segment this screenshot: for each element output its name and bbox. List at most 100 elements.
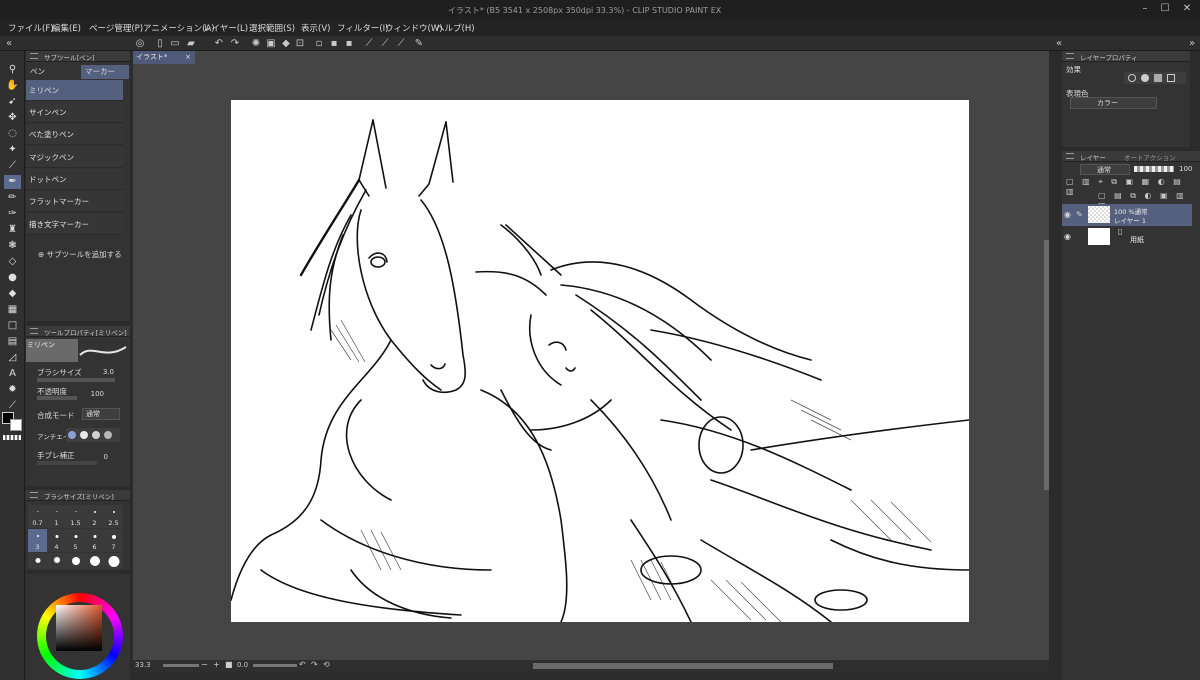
- brush-tool-icon[interactable]: ✑: [4, 207, 21, 221]
- brush-size-preset[interactable]: 5: [66, 529, 85, 552]
- effect-buttons[interactable]: [1124, 72, 1186, 84]
- balloon-icon[interactable]: ✹: [4, 383, 21, 397]
- undo-icon[interactable]: ↶: [212, 37, 226, 50]
- brush-size-preset[interactable]: 1.5: [66, 505, 85, 528]
- blend-icon[interactable]: ●: [4, 271, 21, 285]
- subtool-item[interactable]: べた塗りペン: [26, 124, 123, 145]
- close-icon[interactable]: ✕: [1180, 3, 1194, 15]
- close-tab-icon[interactable]: ×: [185, 51, 191, 64]
- subtool-item[interactable]: フラットマーカー: [26, 191, 123, 212]
- fit-screen-icon[interactable]: ■: [225, 660, 233, 669]
- invert-selection-icon[interactable]: ▪: [327, 37, 341, 50]
- menu-window[interactable]: ウィンドウ(W): [385, 22, 443, 34]
- layer-row[interactable]: ◉ ✎ 100 %通常 レイヤー 1: [1062, 204, 1192, 226]
- zoom-tool-icon[interactable]: ⚲: [4, 63, 21, 77]
- subtool-item[interactable]: サインペン: [26, 102, 123, 123]
- snap-ruler-icon[interactable]: ⟋: [362, 37, 376, 50]
- horizontal-scrollbar[interactable]: [533, 663, 833, 669]
- airbrush-icon[interactable]: ♜: [4, 223, 21, 237]
- blend-mode-select[interactable]: 通常: [1080, 164, 1130, 175]
- tab-pen[interactable]: ペン: [26, 65, 78, 79]
- operation-tool-icon[interactable]: ➹: [4, 95, 21, 109]
- snap-special-ruler-icon[interactable]: ⟋: [378, 37, 392, 50]
- subtool-item[interactable]: 描き文字マーカー: [26, 214, 123, 235]
- angle-value[interactable]: 0.0: [237, 661, 248, 669]
- pencil-tool-icon[interactable]: ✏: [4, 191, 21, 205]
- clear-outside-icon[interactable]: ▣: [264, 37, 278, 50]
- new-file-icon[interactable]: ▯: [153, 37, 167, 50]
- text-tool-icon[interactable]: A: [4, 367, 21, 381]
- opacity-value[interactable]: 100: [86, 390, 104, 398]
- color-square[interactable]: [56, 605, 102, 651]
- menu-filter[interactable]: フィルター(I): [337, 22, 388, 34]
- rotate-right-icon[interactable]: ↷: [311, 660, 318, 669]
- magic-wand-icon[interactable]: ✦: [4, 143, 21, 157]
- brush-size-preset[interactable]: 0.7: [28, 505, 47, 528]
- tab-layer[interactable]: レイヤー: [1080, 152, 1106, 162]
- save-icon[interactable]: ▰: [184, 37, 198, 50]
- brush-size-preset[interactable]: 1: [47, 505, 66, 528]
- transform-icon[interactable]: ⊡: [293, 37, 307, 50]
- figure-icon[interactable]: □: [4, 319, 21, 333]
- subtool-item[interactable]: マジックペン: [26, 147, 123, 168]
- add-subtool-button[interactable]: ⊕ サブツールを追加する: [38, 249, 122, 261]
- brush-size-preset[interactable]: [104, 553, 123, 569]
- rotate-left-icon[interactable]: ↶: [299, 660, 306, 669]
- sub-color-swatch[interactable]: [10, 419, 22, 431]
- menu-edit[interactable]: 編集(E): [52, 22, 81, 34]
- brush-size-value[interactable]: 3.0: [96, 368, 114, 376]
- eraser-icon[interactable]: ◇: [4, 255, 21, 269]
- fill-icon[interactable]: ◆: [279, 37, 293, 50]
- collapse-left-icon[interactable]: «: [2, 37, 16, 50]
- eye-icon[interactable]: ◉: [1064, 232, 1071, 241]
- brush-size-preset[interactable]: 6: [85, 529, 104, 552]
- snap-grid-icon[interactable]: ⟋: [394, 37, 408, 50]
- brush-size-preset[interactable]: 7: [104, 529, 123, 552]
- decoration-icon[interactable]: ❃: [4, 239, 21, 253]
- open-file-icon[interactable]: ▭: [168, 37, 182, 50]
- move-layer-icon[interactable]: ✥: [4, 111, 21, 125]
- eyedropper-icon[interactable]: ⟋: [4, 159, 21, 173]
- angle-slider[interactable]: [253, 664, 297, 667]
- brush-size-preset[interactable]: 3: [28, 529, 47, 552]
- menu-page[interactable]: ページ管理(P): [89, 22, 143, 34]
- collapse-right-icon[interactable]: «: [1052, 37, 1066, 50]
- tab-auto-action[interactable]: オートアクション: [1124, 152, 1176, 162]
- vertical-scrollbar[interactable]: [1044, 240, 1049, 490]
- stabilization-slider[interactable]: [37, 461, 97, 465]
- menu-help[interactable]: ヘルプ(H): [436, 22, 475, 34]
- zoom-out-icon[interactable]: −: [201, 660, 208, 669]
- stabilization-value[interactable]: 0: [94, 453, 108, 461]
- lasso-icon[interactable]: ◌: [4, 127, 21, 141]
- transparent-swatch[interactable]: [3, 435, 21, 440]
- rotate-reset-icon[interactable]: ⟲: [323, 660, 330, 669]
- menu-file[interactable]: ファイル(F): [8, 22, 54, 34]
- pen-tool-icon[interactable]: ✒: [4, 175, 21, 189]
- brush-size-preset[interactable]: [47, 553, 66, 569]
- brush-size-preset[interactable]: 2: [85, 505, 104, 528]
- opacity-slider[interactable]: [1134, 166, 1174, 172]
- show-selection-icon[interactable]: ▪: [342, 37, 356, 50]
- brush-size-preset[interactable]: 4: [47, 529, 66, 552]
- maximize-icon[interactable]: ☐: [1158, 3, 1172, 15]
- minimize-icon[interactable]: –: [1138, 3, 1152, 15]
- opacity-slider[interactable]: [37, 396, 77, 400]
- antialias-selector[interactable]: [66, 428, 120, 442]
- tab-marker[interactable]: マーカー: [81, 65, 129, 79]
- layer-row[interactable]: ◉ ▯ 用紙: [1062, 226, 1192, 248]
- brush-size-preset[interactable]: 2.5: [104, 505, 123, 528]
- zoom-value[interactable]: 33.3: [135, 661, 151, 669]
- zoom-in-icon[interactable]: +: [213, 660, 220, 669]
- expression-color-select[interactable]: カラー: [1070, 97, 1157, 109]
- menu-selection[interactable]: 選択範囲(S): [249, 22, 295, 34]
- blend-mode-select[interactable]: 通常: [82, 408, 120, 420]
- hand-tool-icon[interactable]: ✋: [4, 79, 21, 93]
- ruler-icon[interactable]: ◿: [4, 351, 21, 365]
- redo-icon[interactable]: ↷: [228, 37, 242, 50]
- gradient-icon[interactable]: ▦: [4, 303, 21, 317]
- subtool-item[interactable]: ドットペン: [26, 169, 123, 190]
- clip-studio-icon[interactable]: ◎: [133, 37, 147, 50]
- subtool-item[interactable]: ミリペン: [26, 80, 123, 101]
- document-tab[interactable]: イラスト* ×: [133, 51, 195, 64]
- deselect-icon[interactable]: ▫: [312, 37, 326, 50]
